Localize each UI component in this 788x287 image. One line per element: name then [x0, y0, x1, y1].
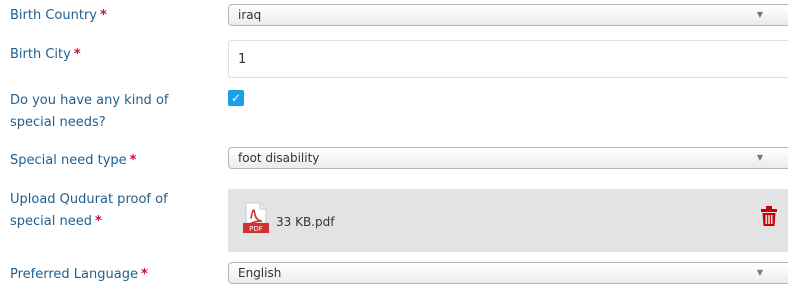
upload-proof-label-line1: Upload Qudurat proof of — [10, 192, 168, 207]
required-marker: * — [129, 153, 137, 168]
chevron-down-icon: ▼ — [756, 10, 763, 19]
birth-city-label: Birth City * — [10, 44, 81, 66]
chevron-down-icon: ▼ — [756, 153, 763, 162]
trash-icon[interactable] — [761, 206, 777, 226]
required-marker: * — [140, 267, 148, 282]
preferred-language-label-text: Preferred Language — [10, 267, 138, 282]
upload-proof-label-line2: special need — [10, 214, 92, 229]
special-need-type-select[interactable]: foot disability ▼ — [228, 147, 788, 169]
uploaded-file-name[interactable]: 33 KB.pdf — [276, 215, 334, 229]
special-needs-checkbox[interactable]: ✓ — [228, 90, 244, 106]
upload-proof-box[interactable]: PDF 33 KB.pdf — [228, 189, 788, 252]
chevron-down-icon: ▼ — [756, 268, 763, 277]
required-marker: * — [73, 47, 81, 62]
birth-country-value: iraq — [238, 8, 262, 22]
preferred-language-label: Preferred Language * — [10, 264, 148, 286]
preferred-language-select[interactable]: English ▼ — [228, 262, 788, 284]
special-need-type-label: Special need type * — [10, 150, 136, 172]
birth-country-label-text: Birth Country — [10, 8, 97, 23]
birth-city-value: 1 — [238, 52, 247, 67]
required-marker: * — [94, 214, 102, 229]
required-marker: * — [100, 8, 107, 23]
pdf-badge-text: PDF — [249, 225, 263, 233]
special-needs-label: Do you have any kind of special needs? — [10, 90, 168, 134]
special-needs-label-line2: special needs? — [10, 115, 106, 130]
birth-country-select[interactable]: iraq ▼ — [228, 4, 788, 26]
checkmark-icon: ✓ — [230, 91, 242, 105]
pdf-file-icon[interactable]: PDF — [242, 201, 270, 235]
birth-country-label: Birth Country * — [10, 5, 107, 27]
special-need-type-value: foot disability — [238, 151, 320, 165]
birth-city-label-text: Birth City — [10, 47, 71, 62]
birth-city-input[interactable]: 1 — [228, 40, 788, 78]
preferred-language-value: English — [238, 266, 282, 280]
upload-proof-label: Upload Qudurat proof of special need * — [10, 189, 168, 233]
special-needs-label-line1: Do you have any kind of — [10, 93, 169, 108]
special-need-type-label-text: Special need type — [10, 153, 127, 168]
